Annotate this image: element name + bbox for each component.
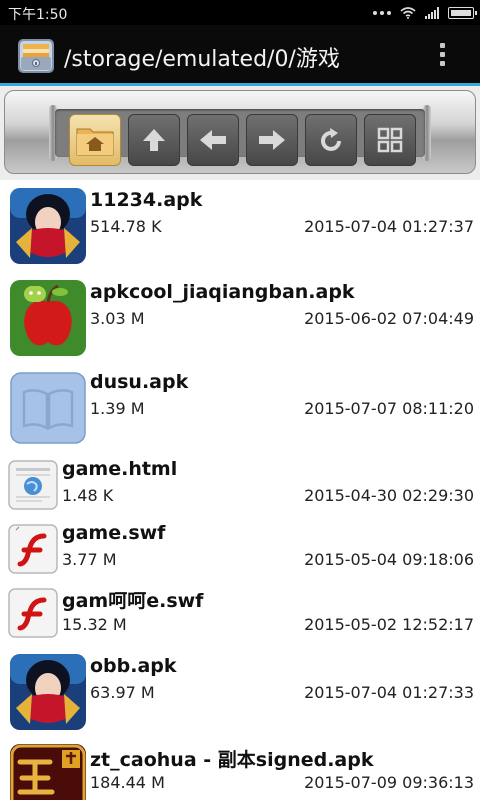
current-path: /storage/emulated/0/游戏 — [64, 47, 340, 72]
refresh-button[interactable] — [305, 114, 357, 166]
file-row[interactable]: 11234.apk 514.78 K 2015-07-04 01:27:37 — [0, 180, 480, 272]
grid-view-icon — [377, 127, 403, 153]
file-date: 2015-07-07 08:11:20 — [304, 399, 474, 418]
file-row[interactable]: apkcool_jiaqiangban.apk 3.03 M 2015-06-0… — [0, 272, 480, 362]
refresh-icon — [321, 128, 341, 151]
game-app-icon — [10, 188, 86, 264]
file-date: 2015-06-02 07:04:49 — [304, 309, 474, 328]
file-size: 184.44 M — [90, 773, 165, 792]
file-size: 63.97 M — [90, 683, 155, 702]
file-size: 3.77 M — [62, 550, 117, 569]
file-name: 11234.apk — [90, 189, 203, 211]
file-date: 2015-07-04 01:27:37 — [304, 217, 474, 236]
flash-file-icon — [8, 524, 58, 574]
file-size: 1.48 K — [62, 486, 114, 505]
file-date: 2015-07-04 01:27:33 — [304, 683, 474, 702]
more-dots-icon — [373, 11, 391, 15]
file-name: obb.apk — [90, 655, 177, 677]
file-row[interactable]: obb.apk 63.97 M 2015-07-04 01:27:33 — [0, 646, 480, 736]
file-name: dusu.apk — [90, 371, 189, 393]
forward-button[interactable] — [246, 114, 298, 166]
file-size: 15.32 M — [62, 615, 127, 634]
file-date: 2015-05-04 09:18:06 — [304, 550, 474, 569]
wifi-icon — [400, 7, 416, 19]
file-size: 514.78 K — [90, 217, 162, 236]
file-name: gam呵呵e.swf — [62, 590, 204, 612]
file-row[interactable]: zt_caohua - 副本signed.apk 184.44 M 2015-0… — [0, 736, 480, 800]
file-size: 1.39 M — [90, 399, 145, 418]
title-bar: /storage/emulated/0/游戏 — [0, 25, 480, 83]
android-apple-app-icon — [10, 280, 86, 356]
view-mode-button[interactable] — [364, 114, 416, 166]
signal-icon — [425, 7, 439, 19]
file-date: 2015-05-02 12:52:17 — [304, 615, 474, 634]
file-row[interactable]: gam呵呵e.swf 15.32 M 2015-05-02 12:52:17 — [0, 580, 480, 646]
book-app-icon — [10, 372, 86, 444]
home-folder-icon — [76, 128, 114, 156]
flash-file-icon — [8, 588, 58, 638]
file-date: 2015-07-09 09:36:13 — [304, 773, 474, 792]
status-icons — [373, 5, 477, 21]
overflow-menu-icon[interactable] — [430, 37, 454, 71]
file-row[interactable]: game.swf 3.77 M 2015-05-04 09:18:06 — [0, 516, 480, 580]
parent-folder-button[interactable] — [128, 114, 180, 166]
html-file-icon — [8, 460, 58, 510]
navigation-toolbar — [4, 90, 476, 174]
toolbar-track — [55, 109, 425, 166]
battery-icon — [448, 7, 477, 19]
file-name: game.html — [62, 458, 178, 480]
arrow-forward-icon — [259, 130, 285, 150]
arrow-up-icon — [143, 129, 165, 151]
back-button[interactable] — [187, 114, 239, 166]
file-list: 11234.apk 514.78 K 2015-07-04 01:27:37 a… — [0, 180, 480, 800]
file-name: apkcool_jiaqiangban.apk — [90, 281, 355, 303]
status-time: 下午1:50 — [8, 7, 68, 23]
file-row[interactable]: dusu.apk 1.39 M 2015-07-07 08:11:20 — [0, 362, 480, 452]
file-date: 2015-04-30 02:29:30 — [304, 486, 474, 505]
zhengtu-app-icon — [10, 744, 86, 800]
home-button[interactable] — [69, 114, 121, 166]
game-app-icon — [10, 654, 86, 730]
file-name: zt_caohua - 副本signed.apk — [90, 749, 374, 771]
file-row[interactable]: game.html 1.48 K 2015-04-30 02:29:30 — [0, 452, 480, 516]
file-size: 3.03 M — [90, 309, 145, 328]
toolbar-area — [0, 86, 480, 180]
file-name: game.swf — [62, 522, 166, 544]
file-manager-icon[interactable] — [16, 35, 56, 75]
status-bar: 下午1:50 — [0, 0, 480, 25]
arrow-back-icon — [200, 130, 226, 150]
